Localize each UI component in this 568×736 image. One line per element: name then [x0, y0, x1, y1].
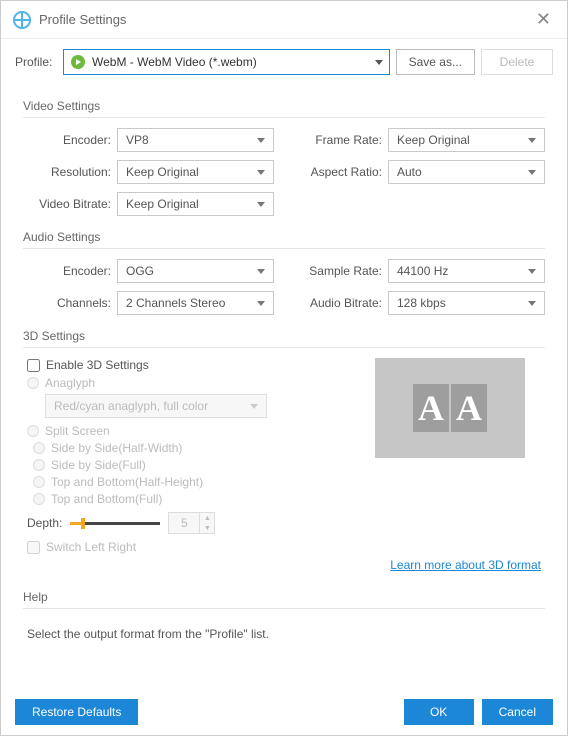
depth-slider [70, 516, 160, 530]
app-icon [13, 11, 31, 29]
aspect-ratio-label: Aspect Ratio: [294, 165, 382, 179]
enable-3d-input[interactable] [27, 359, 40, 372]
split-option: Side by Side(Full) [33, 458, 553, 472]
radio-icon [33, 476, 45, 488]
preview-a-right: A [451, 384, 487, 432]
learn-more-link[interactable]: Learn more about 3D format [390, 558, 541, 572]
help-title: Help [23, 586, 545, 609]
threed-settings-title: 3D Settings [23, 325, 545, 348]
chevron-down-icon [528, 301, 536, 306]
audio-settings-section: Audio Settings Encoder: OGG Sample Rate:… [15, 226, 553, 315]
help-section: Help Select the output format from the "… [15, 586, 553, 649]
switch-lr-checkbox: Switch Left Right [27, 540, 541, 554]
video-bitrate-select[interactable]: Keep Original [117, 192, 274, 216]
save-as-button[interactable]: Save as... [396, 49, 475, 75]
aspect-ratio-select[interactable]: Auto [388, 160, 545, 184]
depth-spinner: 5 ▲▼ [168, 512, 215, 534]
chevron-down-icon [375, 60, 383, 65]
samplerate-label: Sample Rate: [294, 264, 382, 278]
window-header: Profile Settings ✕ [1, 1, 567, 39]
radio-icon [33, 459, 45, 471]
help-text: Select the output format from the "Profi… [15, 619, 553, 649]
chevron-down-icon [528, 138, 536, 143]
spin-up-icon: ▲ [200, 513, 214, 523]
audio-bitrate-select[interactable]: 128 kbps [388, 291, 545, 315]
split-option: Top and Bottom(Half-Height) [33, 475, 553, 489]
depth-row: Depth: 5 ▲▼ [27, 512, 541, 534]
chevron-down-icon [257, 138, 265, 143]
audio-encoder-select[interactable]: OGG [117, 259, 274, 283]
chevron-down-icon [528, 269, 536, 274]
channels-label: Channels: [23, 296, 111, 310]
radio-icon [27, 377, 39, 389]
delete-button: Delete [481, 49, 553, 75]
chevron-down-icon [250, 404, 258, 409]
body: Video Settings Encoder: VP8 Frame Rate: … [1, 85, 567, 689]
spin-down-icon: ▼ [200, 523, 214, 533]
profile-value: WebM - WebM Video (*.webm) [92, 55, 375, 69]
restore-defaults-button[interactable]: Restore Defaults [15, 699, 138, 725]
ok-button[interactable]: OK [404, 699, 474, 725]
chevron-down-icon [257, 269, 265, 274]
video-settings-section: Video Settings Encoder: VP8 Frame Rate: … [15, 95, 553, 216]
radio-icon [33, 442, 45, 454]
samplerate-select[interactable]: 44100 Hz [388, 259, 545, 283]
video-encoder-select[interactable]: VP8 [117, 128, 274, 152]
profile-select[interactable]: WebM - WebM Video (*.webm) [63, 49, 390, 75]
footer: Restore Defaults OK Cancel [1, 689, 567, 735]
audio-encoder-label: Encoder: [23, 264, 111, 278]
split-option: Top and Bottom(Full) [33, 492, 553, 506]
audio-settings-title: Audio Settings [23, 226, 545, 249]
radio-icon [27, 425, 39, 437]
video-encoder-label: Encoder: [23, 133, 111, 147]
channels-select[interactable]: 2 Channels Stereo [117, 291, 274, 315]
profile-row: Profile: WebM - WebM Video (*.webm) Save… [1, 39, 567, 85]
video-bitrate-label: Video Bitrate: [23, 197, 111, 211]
threed-preview: AA [375, 358, 525, 458]
webm-icon [70, 54, 86, 70]
close-icon[interactable]: ✕ [532, 9, 555, 30]
radio-icon [33, 493, 45, 505]
chevron-down-icon [257, 202, 265, 207]
depth-label: Depth: [27, 516, 62, 530]
threed-settings-section: 3D Settings Enable 3D Settings Anaglyph … [15, 325, 553, 576]
profile-settings-window: Profile Settings ✕ Profile: WebM - WebM … [0, 0, 568, 736]
chevron-down-icon [257, 301, 265, 306]
framerate-select[interactable]: Keep Original [388, 128, 545, 152]
audio-bitrate-label: Audio Bitrate: [294, 296, 382, 310]
profile-label: Profile: [15, 55, 57, 69]
resolution-label: Resolution: [23, 165, 111, 179]
video-settings-title: Video Settings [23, 95, 545, 118]
window-title: Profile Settings [39, 12, 532, 27]
switch-lr-input [27, 541, 40, 554]
cancel-button[interactable]: Cancel [482, 699, 553, 725]
chevron-down-icon [257, 170, 265, 175]
chevron-down-icon [528, 170, 536, 175]
preview-a-left: A [413, 384, 449, 432]
resolution-select[interactable]: Keep Original [117, 160, 274, 184]
framerate-label: Frame Rate: [294, 133, 382, 147]
anaglyph-select: Red/cyan anaglyph, full color [45, 394, 267, 418]
